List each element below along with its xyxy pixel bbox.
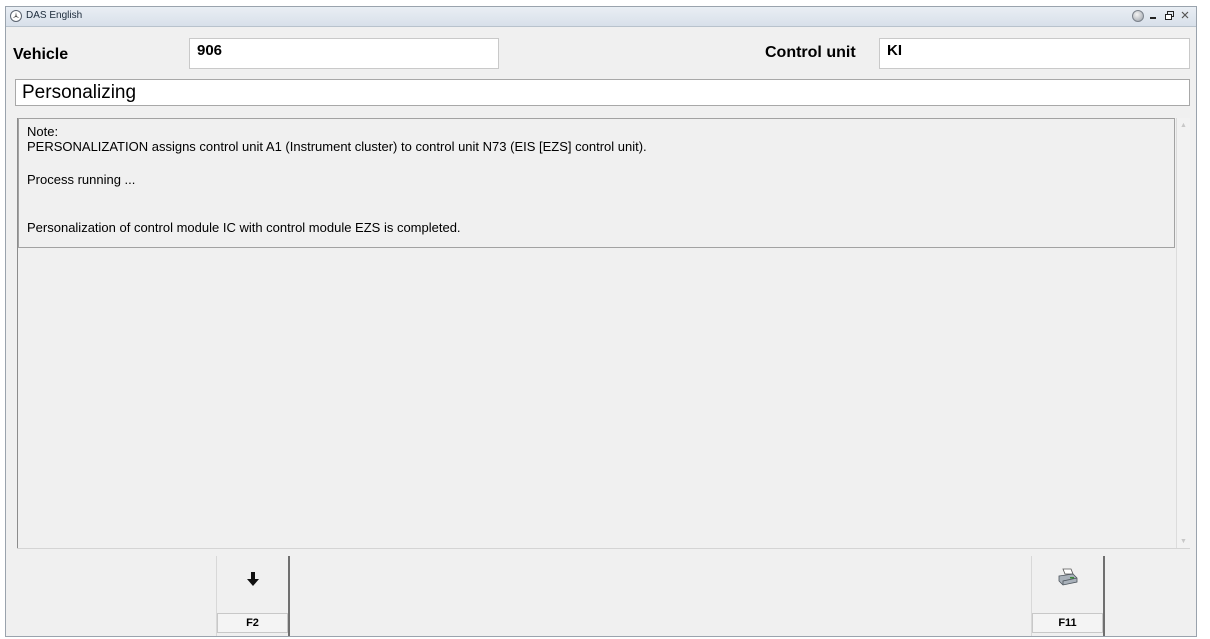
control-unit-label: Control unit	[765, 44, 856, 61]
vehicle-field: 906	[189, 38, 499, 69]
printer-icon	[1057, 568, 1079, 593]
note-line-completed: Personalization of control module IC wit…	[27, 220, 461, 235]
minimize-button[interactable]	[1146, 9, 1160, 23]
window-controls	[1132, 9, 1192, 24]
f2-label: F2	[217, 613, 288, 633]
note-line-personalization: PERSONALIZATION assigns control unit A1 …	[27, 139, 647, 154]
note-line-process: Process running ...	[27, 172, 136, 187]
vertical-scrollbar[interactable]: ▲ ▼	[1176, 118, 1190, 548]
page-title: Personalizing	[15, 79, 1190, 106]
vehicle-label: Vehicle	[13, 46, 69, 63]
close-button[interactable]	[1178, 9, 1192, 23]
restore-button[interactable]	[1162, 9, 1176, 23]
down-arrow-icon	[246, 572, 259, 591]
control-unit-field: KI	[879, 38, 1190, 69]
note-heading: Note:	[27, 124, 59, 139]
f11-label: F11	[1032, 613, 1103, 633]
help-icon[interactable]	[1132, 10, 1144, 22]
window-title: DAS English	[26, 10, 83, 21]
title-bar[interactable]: DAS English	[6, 7, 1196, 27]
scroll-down-icon[interactable]: ▼	[1180, 538, 1187, 545]
mercedes-star-icon	[10, 10, 22, 22]
f11-button[interactable]: F11	[1031, 556, 1105, 636]
f2-button[interactable]: F2	[216, 556, 290, 636]
content-area	[20, 250, 1175, 546]
scroll-up-icon[interactable]: ▲	[1180, 122, 1187, 129]
bottom-separator	[17, 548, 1190, 549]
